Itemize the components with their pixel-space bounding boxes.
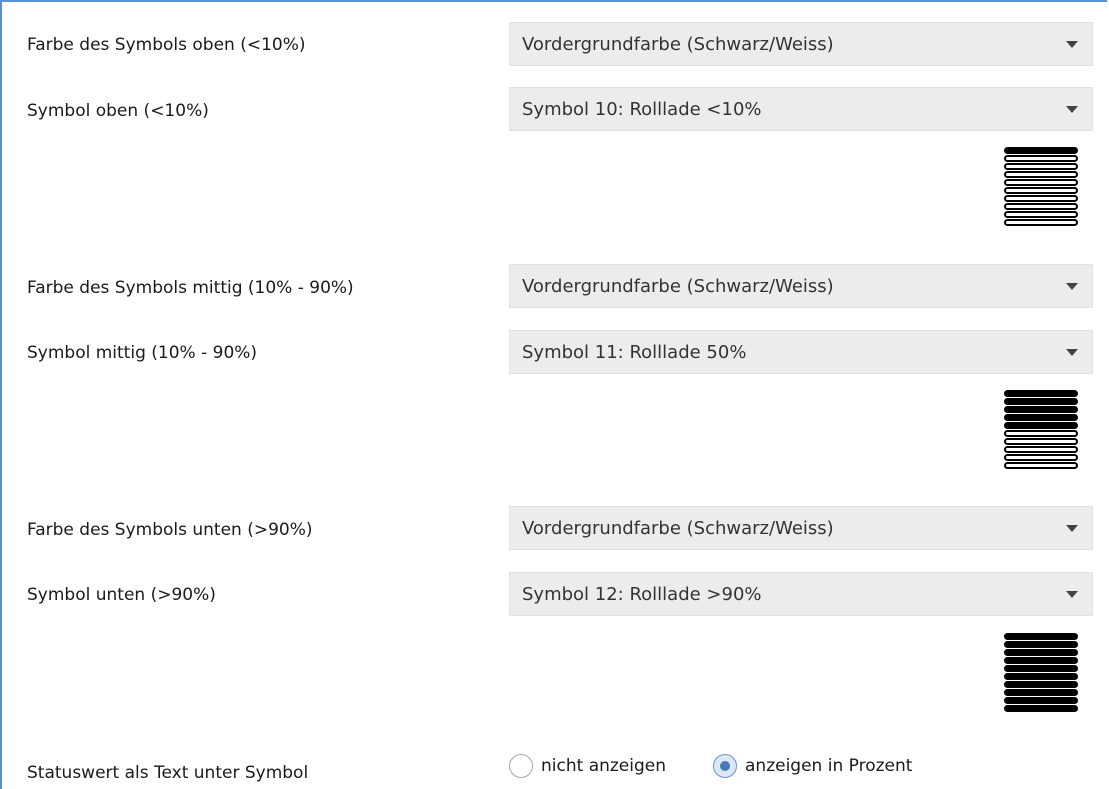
radio-checked-icon[interactable] — [713, 754, 737, 778]
chevron-down-icon — [1066, 349, 1078, 356]
chevron-down-icon — [1066, 525, 1078, 532]
dropdown-symbol-middle[interactable]: Symbol 11: Rolllade 50% — [509, 330, 1093, 374]
label-color-bottom: Farbe des Symbols unten (>90%) — [27, 520, 313, 540]
dropdown-symbol-top[interactable]: Symbol 10: Rolllade <10% — [509, 87, 1093, 131]
dropdown-value: Vordergrundfarbe (Schwarz/Weiss) — [522, 276, 834, 297]
label-status-text: Statuswert als Text unter Symbol — [27, 763, 309, 783]
radio-label: nicht anzeigen — [541, 756, 667, 776]
chevron-down-icon — [1066, 106, 1078, 113]
dropdown-value: Vordergrundfarbe (Schwarz/Weiss) — [522, 34, 834, 55]
chevron-down-icon — [1066, 41, 1078, 48]
label-symbol-bottom: Symbol unten (>90%) — [27, 585, 216, 605]
dropdown-value: Vordergrundfarbe (Schwarz/Weiss) — [522, 518, 834, 539]
label-color-middle: Farbe des Symbols mittig (10% - 90%) — [27, 278, 354, 298]
label-color-top: Farbe des Symbols oben (<10%) — [27, 35, 306, 55]
dropdown-color-middle[interactable]: Vordergrundfarbe (Schwarz/Weiss) — [509, 264, 1093, 308]
shutter-closed-under-10-icon — [1004, 147, 1078, 227]
shutter-full-icon — [1004, 633, 1078, 713]
label-symbol-top: Symbol oben (<10%) — [27, 101, 209, 121]
dropdown-value: Symbol 10: Rolllade <10% — [522, 99, 762, 120]
label-symbol-middle: Symbol mittig (10% - 90%) — [27, 343, 258, 363]
chevron-down-icon — [1066, 283, 1078, 290]
dropdown-symbol-bottom[interactable]: Symbol 12: Rolllade >90% — [509, 572, 1093, 616]
dropdown-color-top[interactable]: Vordergrundfarbe (Schwarz/Weiss) — [509, 22, 1093, 66]
radio-unchecked-icon[interactable] — [509, 754, 533, 778]
radio-label: anzeigen in Prozent — [745, 756, 913, 776]
dropdown-value: Symbol 12: Rolllade >90% — [522, 584, 762, 605]
shutter-half-icon — [1004, 390, 1078, 470]
dropdown-color-bottom[interactable]: Vordergrundfarbe (Schwarz/Weiss) — [509, 506, 1093, 550]
chevron-down-icon — [1066, 591, 1078, 598]
dropdown-value: Symbol 11: Rolllade 50% — [522, 342, 747, 363]
